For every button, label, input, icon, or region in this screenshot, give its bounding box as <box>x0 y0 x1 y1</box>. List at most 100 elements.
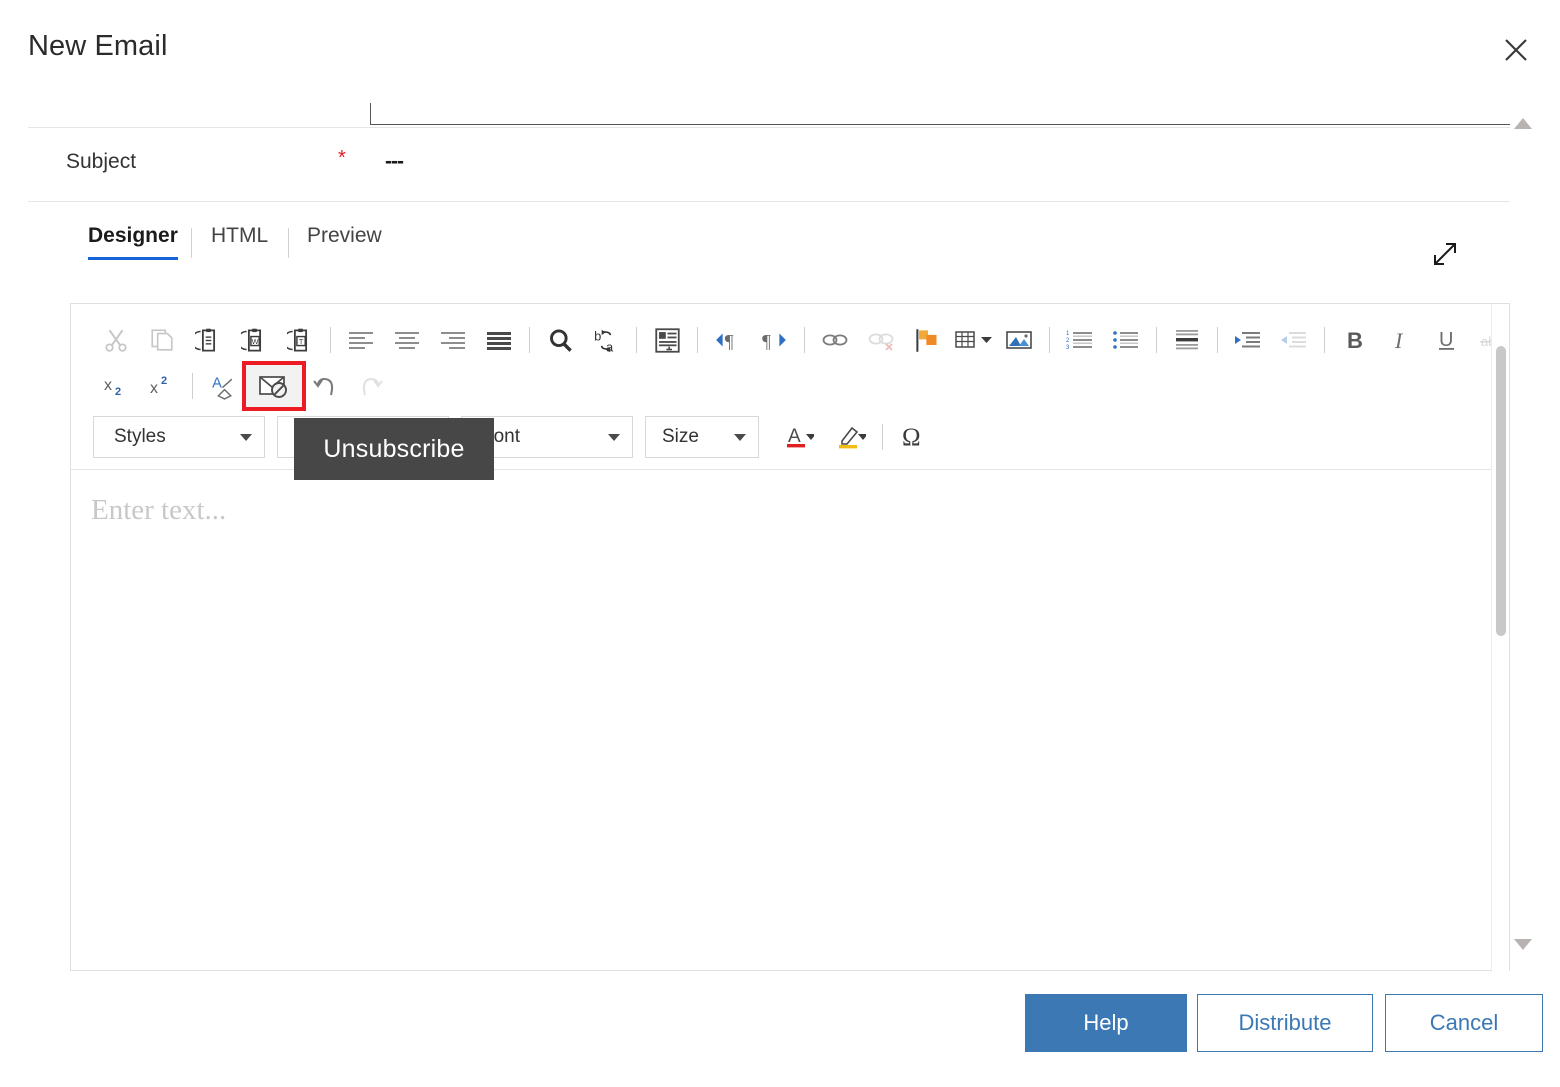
increase-indent-button[interactable] <box>1225 318 1271 362</box>
scroll-down-arrow-icon[interactable] <box>1514 939 1532 950</box>
toolbar-separator <box>330 327 331 353</box>
align-center-button[interactable] <box>384 318 430 362</box>
justify-icon <box>487 332 511 350</box>
paste-as-plain-text-button[interactable]: T <box>277 318 323 362</box>
rich-text-editor: W T b a ¶ ¶ 1 2 3 B I U x 2 x 2 A Styles… <box>70 303 1510 972</box>
find-button[interactable] <box>537 318 583 362</box>
scroll-up-arrow-icon[interactable] <box>1514 118 1532 129</box>
link-button[interactable] <box>812 318 858 362</box>
text-color-button[interactable]: A <box>775 415 823 459</box>
remove-format-button[interactable]: A <box>200 364 246 408</box>
page-title: New Email <box>28 30 168 62</box>
tab-separator <box>191 228 192 258</box>
help-button[interactable]: Help <box>1025 994 1187 1052</box>
align-right-icon <box>441 332 465 349</box>
decrease-indent-button[interactable] <box>1271 318 1317 362</box>
templates-icon <box>654 327 680 353</box>
special-character-omega-icon: Ω <box>902 424 921 451</box>
expand-editor-button[interactable] <box>1425 234 1465 274</box>
align-right-button[interactable] <box>430 318 476 362</box>
svg-text:¶: ¶ <box>725 332 734 353</box>
tab-separator <box>288 228 289 258</box>
table-button[interactable] <box>950 318 996 362</box>
numbered-list-icon: 1 2 3 <box>1066 331 1092 351</box>
paste-button[interactable] <box>185 318 231 362</box>
tab-designer[interactable]: Designer <box>88 224 178 260</box>
toolbar-separator <box>529 327 530 353</box>
text-direction-ltr-button[interactable]: ¶ <box>705 318 751 362</box>
anchor-button[interactable] <box>904 318 950 362</box>
divider <box>28 201 1510 202</box>
previous-field-input[interactable] <box>370 103 1510 125</box>
close-icon <box>1505 39 1527 61</box>
form-area: Subject * --- <box>0 100 1518 202</box>
superscript-button[interactable]: x 2 <box>139 364 185 408</box>
styles-dropdown[interactable]: Styles <box>93 416 265 458</box>
italic-button[interactable]: I <box>1378 318 1424 362</box>
dialog-scrollbar[interactable] <box>1514 110 1544 950</box>
horizontal-rule-button[interactable] <box>1164 318 1210 362</box>
italic-icon: I <box>1394 328 1404 353</box>
undo-button[interactable] <box>302 364 348 408</box>
svg-text:Ω: Ω <box>902 424 921 451</box>
text-direction-rtl-button[interactable]: ¶ <box>751 318 797 362</box>
expand-diagonal-icon <box>1434 243 1456 265</box>
close-button[interactable] <box>1492 26 1540 74</box>
tab-preview[interactable]: Preview <box>307 224 382 260</box>
svg-text:T: T <box>298 336 303 345</box>
subject-row: Subject * --- <box>0 128 1518 201</box>
highlight-color-icon <box>839 426 866 449</box>
styles-dropdown-label: Styles <box>114 426 166 447</box>
toolbar-separator <box>804 327 805 353</box>
paste-from-word-button[interactable]: W <box>231 318 277 362</box>
redo-icon <box>362 377 383 396</box>
underline-button[interactable]: U <box>1424 318 1470 362</box>
chevron-down-icon <box>734 433 746 441</box>
editor-body[interactable]: Enter text... <box>71 470 1509 970</box>
required-indicator: * <box>338 147 346 169</box>
templates-button[interactable] <box>644 318 690 362</box>
copy-icon <box>151 329 173 351</box>
special-character-button[interactable]: Ω <box>890 415 936 459</box>
tab-html[interactable]: HTML <box>211 224 268 260</box>
replace-icon: b a <box>594 328 614 354</box>
editor-scrollbar[interactable] <box>1491 304 1509 972</box>
subject-value[interactable]: --- <box>385 150 404 174</box>
align-center-icon <box>395 332 419 349</box>
numbered-list-button[interactable]: 1 2 3 <box>1057 318 1103 362</box>
subscript-button[interactable]: x 2 <box>93 364 139 408</box>
image-button[interactable] <box>996 318 1042 362</box>
find-icon <box>549 328 572 352</box>
svg-text:W: W <box>251 336 258 345</box>
align-left-icon <box>349 332 373 349</box>
replace-button[interactable]: b a <box>583 318 629 362</box>
svg-text:B: B <box>1347 328 1363 353</box>
justify-button[interactable] <box>476 318 522 362</box>
undo-icon <box>313 377 334 396</box>
unsubscribe-button[interactable] <box>242 361 306 411</box>
bulleted-list-icon <box>1113 331 1138 349</box>
unsubscribe-icon <box>259 376 287 398</box>
cancel-button[interactable]: Cancel <box>1385 994 1543 1052</box>
svg-text:A: A <box>788 426 801 447</box>
svg-text:b: b <box>594 328 601 343</box>
distribute-button[interactable]: Distribute <box>1197 994 1373 1052</box>
anchor-icon <box>915 328 936 352</box>
size-dropdown[interactable]: Size <box>645 416 759 458</box>
toolbar-separator <box>1156 327 1157 353</box>
redo-button[interactable] <box>348 364 394 408</box>
cut-button[interactable] <box>93 318 139 362</box>
highlight-color-button[interactable] <box>827 415 875 459</box>
unlink-button[interactable] <box>858 318 904 362</box>
align-left-button[interactable] <box>338 318 384 362</box>
svg-text:1: 1 <box>1066 331 1070 337</box>
bulleted-list-button[interactable] <box>1103 318 1149 362</box>
toolbar-separator <box>1217 327 1218 353</box>
subject-label: Subject <box>66 150 137 173</box>
bold-button[interactable]: B <box>1332 318 1378 362</box>
editor-scrollbar-thumb[interactable] <box>1496 346 1506 636</box>
chevron-down-icon <box>240 433 252 441</box>
copy-button[interactable] <box>139 318 185 362</box>
svg-text:x: x <box>150 380 158 397</box>
toolbar-separator <box>1049 327 1050 353</box>
